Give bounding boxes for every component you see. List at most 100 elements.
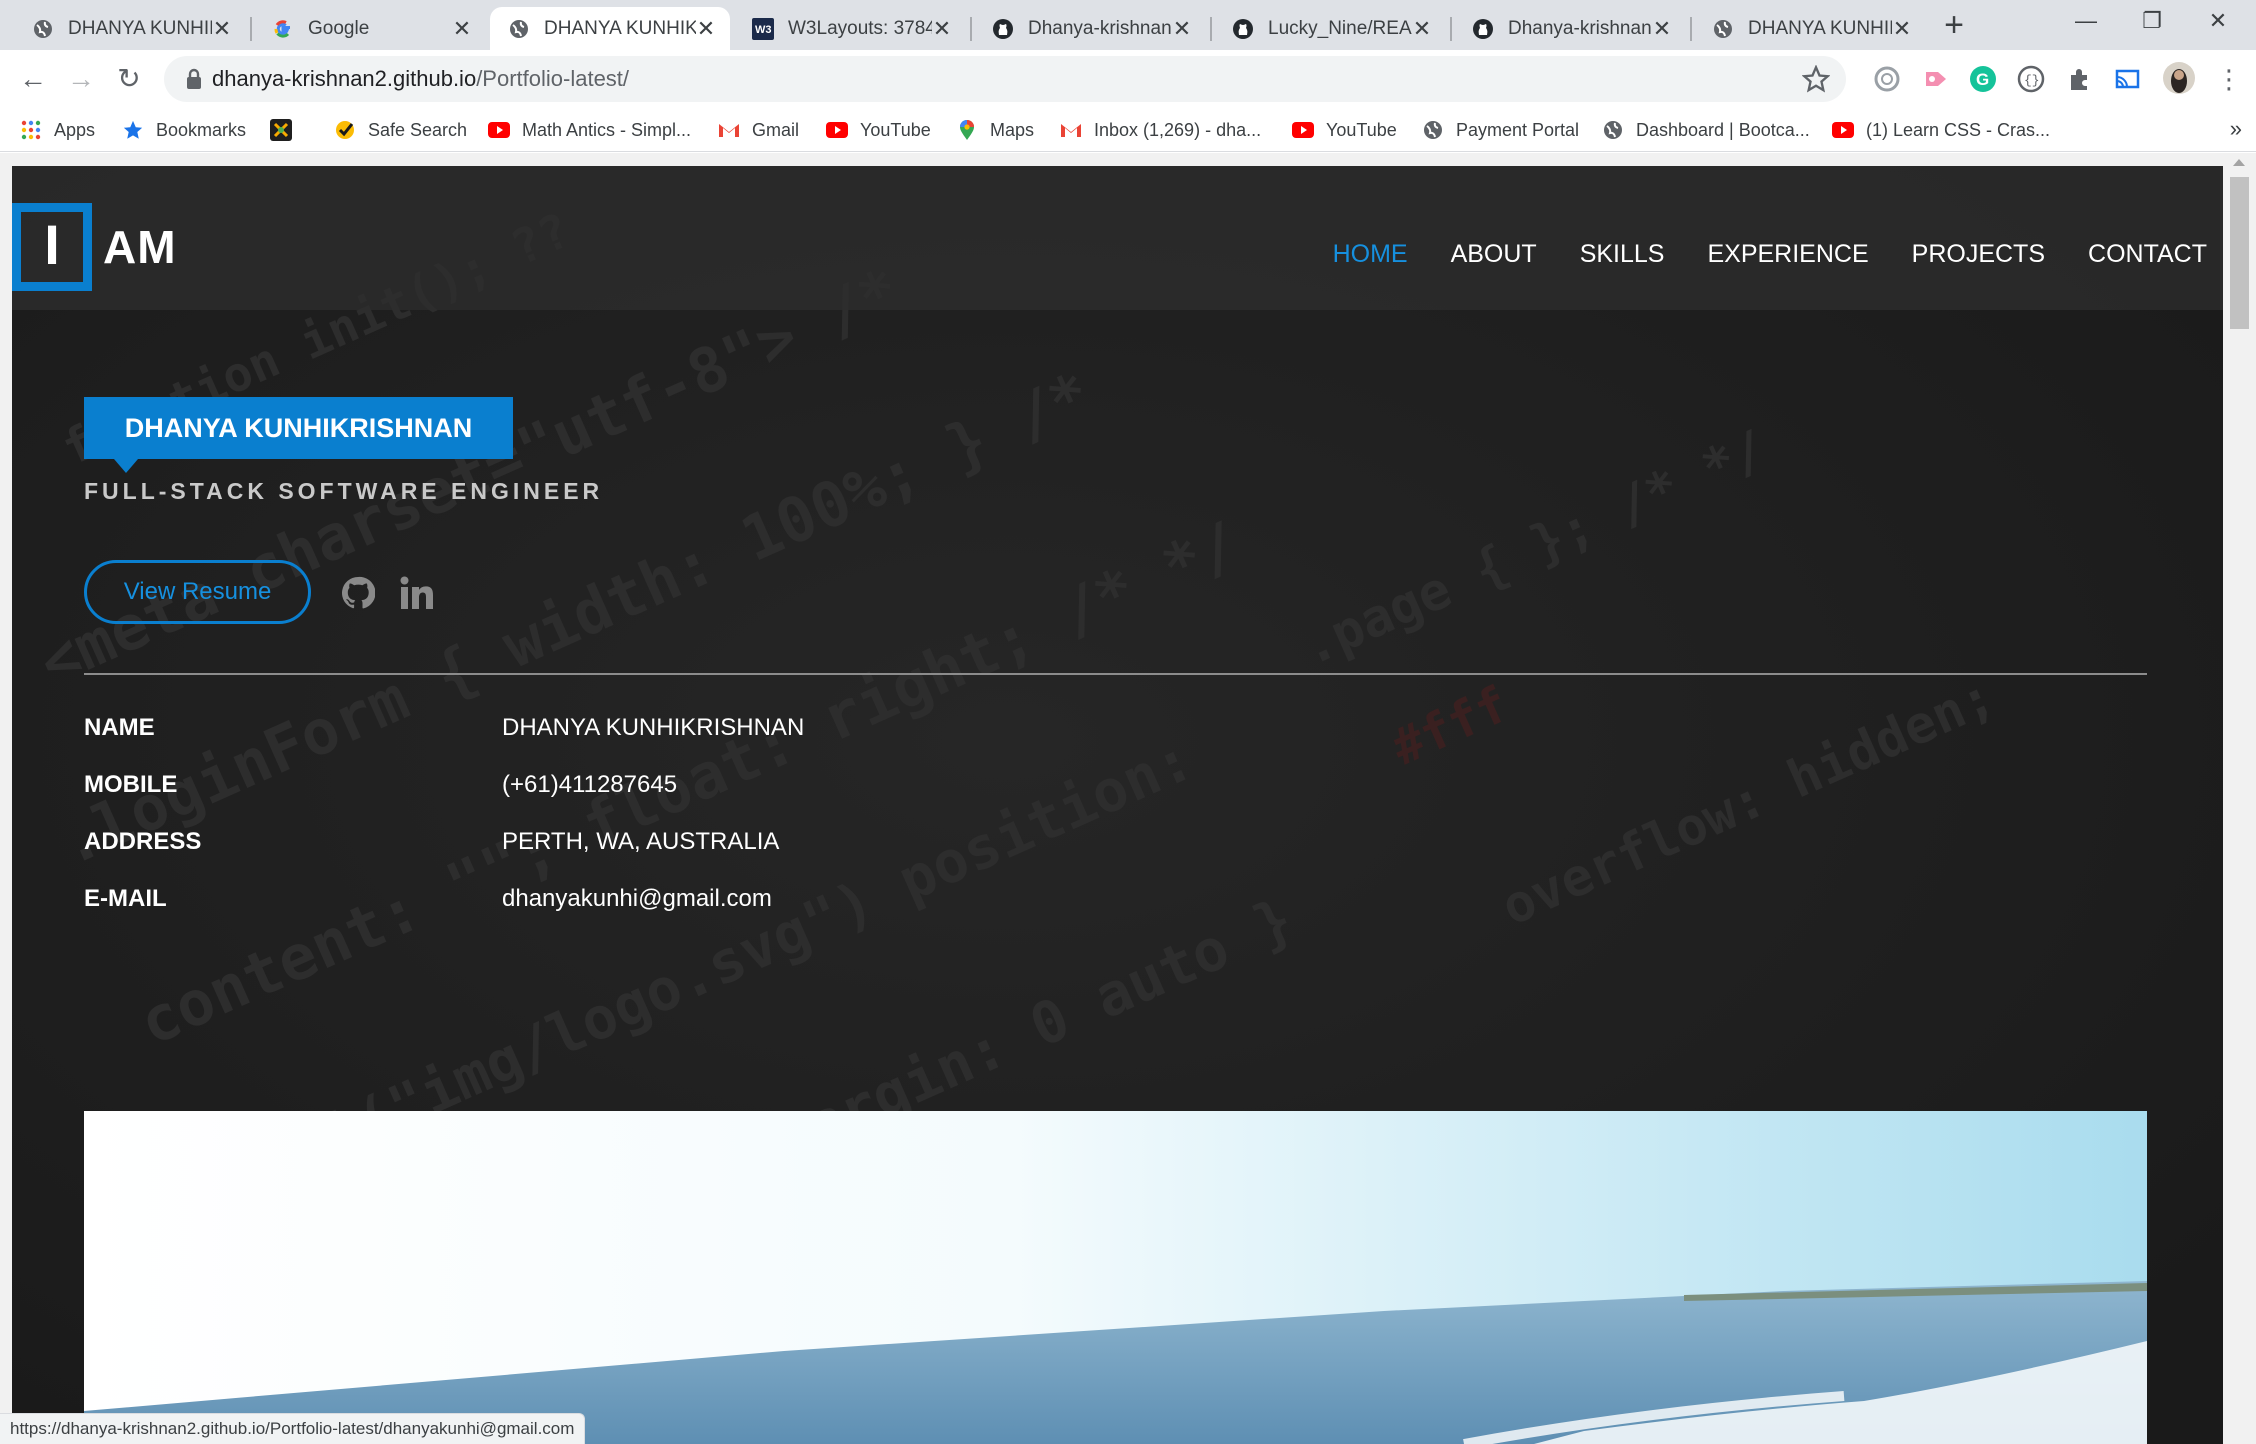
bookmark-item[interactable]: Bookmarks <box>122 108 246 152</box>
logo-box: I <box>12 203 92 291</box>
info-value: PERTH, WA, AUSTRALIA <box>502 828 780 855</box>
tab-github-2[interactable]: Lucky_Nine/README ✕ <box>1214 7 1446 50</box>
cast-icon[interactable] <box>2112 64 2142 94</box>
nav-skills[interactable]: SKILLS <box>1580 240 1665 269</box>
url-path: /Portfolio-latest/ <box>476 66 630 91</box>
bookmark-item[interactable]: Safe Search <box>334 108 467 152</box>
browser-menu-icon[interactable]: ⋮ <box>2212 62 2246 96</box>
bookmark-star-icon[interactable] <box>1802 65 1830 93</box>
bookmarks-overflow-icon[interactable]: » <box>2230 116 2242 142</box>
close-icon[interactable]: ✕ <box>1412 16 1432 42</box>
tab-strip: DHANYA KUNHIKRISHNAN ✕ Google ✕ DHANYA K… <box>0 0 2256 50</box>
name-badge: DHANYA KUNHIKRISHNAN <box>84 397 513 459</box>
scrollbar-thumb[interactable] <box>2230 177 2249 329</box>
nav-about[interactable]: ABOUT <box>1451 240 1537 269</box>
bookmark-item[interactable]: Apps <box>20 108 95 152</box>
extensions-puzzle-icon[interactable] <box>2064 64 2094 94</box>
info-label: E-MAIL <box>84 885 167 912</box>
avatar[interactable] <box>2162 61 2196 95</box>
info-value: DHANYA KUNHIKRISHNAN <box>502 714 805 741</box>
extension-brackets-icon[interactable]: {} <box>2016 64 2046 94</box>
reload-button[interactable]: ↻ <box>112 62 146 96</box>
close-icon[interactable]: ✕ <box>452 16 472 42</box>
section-divider <box>84 673 2147 675</box>
close-icon[interactable]: ✕ <box>212 16 232 42</box>
lock-icon <box>187 68 201 89</box>
info-label: ADDRESS <box>84 828 202 855</box>
bookmark-label: Bookmarks <box>156 119 247 140</box>
nav-experience[interactable]: EXPERIENCE <box>1707 240 1868 269</box>
close-icon[interactable]: ✕ <box>696 16 716 42</box>
extension-circle-icon[interactable] <box>1872 64 1902 94</box>
youtube-icon <box>1832 119 1854 141</box>
tab-github-3[interactable]: Dhanya-krishnan2 ✕ <box>1454 7 1686 50</box>
browser-toolbar: ← → ↻ dhanya-krishnan2.github.io/Portfol… <box>0 50 2256 108</box>
tab-github-1[interactable]: Dhanya-krishnan2 ✕ <box>974 7 1206 50</box>
extension-app-icon <box>270 119 292 141</box>
bookmark-item[interactable]: Math Antics - Simpl... <box>488 108 691 152</box>
tab-title: W3Layouts: 3784 <box>788 17 932 39</box>
globe-icon <box>508 18 530 40</box>
github-icon <box>1232 18 1254 40</box>
job-title: FULL-STACK SOFTWARE ENGINEER <box>84 478 604 504</box>
tab-portfolio-active[interactable]: DHANYA KUNHIKRISHNAN ✕ <box>490 7 730 50</box>
close-icon[interactable]: ✕ <box>1652 16 1672 42</box>
github-icon[interactable] <box>341 576 375 610</box>
globe-icon <box>32 18 54 40</box>
bookmark-item[interactable]: Inbox (1,269) - dha... <box>1060 108 1261 152</box>
name-badge-tail <box>114 459 138 473</box>
tab-portfolio-2[interactable]: DHANYA KUNHIKRISHNAN ✕ <box>1694 7 1926 50</box>
close-icon[interactable]: ✕ <box>932 16 952 42</box>
forward-button[interactable]: → <box>64 62 98 96</box>
bookmarks-bar: Apps Bookmarks Safe Search Math Antics -… <box>0 108 2256 152</box>
main-nav: HOME ABOUT SKILLS EXPERIENCE PROJECTS CO… <box>1290 240 2207 269</box>
nav-projects[interactable]: PROJECTS <box>1912 240 2045 269</box>
linkedin-icon[interactable] <box>399 576 435 610</box>
page-scrollbar[interactable] <box>2223 153 2256 1444</box>
w3layouts-icon: W3 <box>752 17 774 40</box>
bookmark-label: Safe Search <box>368 119 468 140</box>
safe-search-icon <box>334 119 356 141</box>
tab-title: Google <box>308 17 370 39</box>
tab-title: DHANYA KUNHIKRISHNAN <box>544 17 696 39</box>
svg-text:W3: W3 <box>755 24 772 36</box>
tab-separator <box>250 17 252 41</box>
new-tab-button[interactable]: + <box>1936 8 1972 42</box>
bookmark-item[interactable]: Dashboard | Bootca... <box>1602 108 1810 152</box>
back-button[interactable]: ← <box>16 62 50 96</box>
email-link[interactable]: dhanyakunhi@gmail.com <box>502 885 772 913</box>
screencastify-icon[interactable] <box>1920 64 1950 94</box>
globe-icon <box>1712 18 1734 40</box>
bookmark-item[interactable]: Payment Portal <box>1422 108 1579 152</box>
bookmark-item[interactable]: Gmail <box>718 108 799 152</box>
address-bar[interactable]: dhanya-krishnan2.github.io/Portfolio-lat… <box>164 56 1846 102</box>
tab-separator <box>1210 17 1212 41</box>
bookmark-label: YouTube <box>1326 119 1397 140</box>
restore-button[interactable]: ❐ <box>2132 6 2172 36</box>
nav-contact[interactable]: CONTACT <box>2088 240 2207 269</box>
tab-w3layouts[interactable]: W3 W3Layouts: 3784 ✕ <box>734 7 966 50</box>
close-window-button[interactable]: ✕ <box>2198 6 2238 36</box>
site-logo[interactable]: I AM <box>12 203 177 291</box>
info-value: (+61)411287645 <box>502 771 678 798</box>
tab-google[interactable]: Google ✕ <box>254 7 486 50</box>
github-icon <box>992 18 1014 40</box>
bookmark-item[interactable]: YouTube <box>1292 108 1397 152</box>
tab-separator <box>1690 17 1692 41</box>
bookmark-item[interactable] <box>270 108 304 152</box>
bookmark-item[interactable]: YouTube <box>826 108 931 152</box>
close-icon[interactable]: ✕ <box>1172 16 1192 42</box>
bookmark-label: Math Antics - Simpl... <box>522 119 692 140</box>
minimize-button[interactable]: — <box>2066 6 2106 36</box>
gmail-icon <box>718 119 740 141</box>
scroll-up-arrow-icon[interactable] <box>2233 159 2245 166</box>
view-resume-button[interactable]: View Resume <box>84 560 311 624</box>
bookmark-item[interactable]: Maps <box>956 108 1034 152</box>
beach-photo <box>84 1111 2147 1444</box>
nav-home[interactable]: HOME <box>1333 240 1408 269</box>
close-icon[interactable]: ✕ <box>1892 16 1912 42</box>
grammarly-icon[interactable]: G <box>1968 64 1998 94</box>
bookmark-item[interactable]: (1) Learn CSS - Cras... <box>1832 108 2050 152</box>
tab-portfolio-1[interactable]: DHANYA KUNHIKRISHNAN ✕ <box>14 7 246 50</box>
portfolio-page: <meta charset="utf-8"> /* .loginForm { w… <box>12 166 2223 1444</box>
